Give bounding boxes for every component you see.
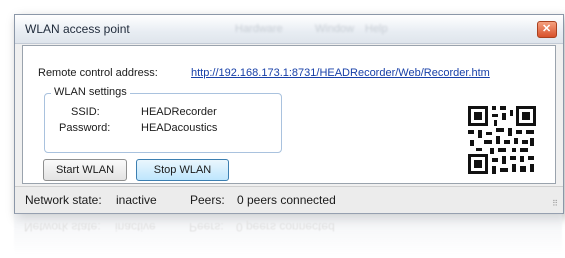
password-value: HEADacoustics: [141, 122, 218, 134]
ghost-menu-item: Hardware: [235, 23, 283, 35]
ghost-menu-item: Help: [365, 23, 388, 35]
close-button[interactable]: ✕: [537, 21, 557, 38]
remote-address-link[interactable]: http://192.168.173.1:8731/HEADRecorder/W…: [191, 67, 490, 79]
password-label: Password:: [59, 122, 111, 134]
reflected-peers-label: Peers:: [189, 220, 224, 234]
remote-address-label: Remote control address:: [38, 67, 158, 79]
window-title: WLAN access point: [25, 22, 130, 36]
reflected-network-state-label: Network state:: [24, 220, 101, 234]
resize-grip-icon[interactable]: ⠿: [552, 199, 558, 208]
ssid-label: SSID:: [71, 106, 100, 118]
status-bar: Network state: inactive Peers: 0 peers c…: [15, 186, 563, 213]
screenshot-stage: WLAN access point Hardware Window Help ✕…: [0, 0, 565, 258]
stop-wlan-button[interactable]: Stop WLAN: [136, 159, 229, 181]
window-reflection: Network state: inactive Peers: 0 peers c…: [14, 214, 562, 254]
close-icon: ✕: [542, 23, 552, 35]
wlan-access-point-window: WLAN access point Hardware Window Help ✕…: [14, 14, 564, 214]
ssid-value: HEADRecorder: [141, 106, 217, 118]
qr-code-icon: [466, 104, 538, 176]
reflected-network-state-value: inactive: [115, 220, 156, 234]
ghost-menu-item: Window: [315, 23, 355, 35]
network-state-value: inactive: [116, 193, 157, 207]
reflected-peers-value: 0 peers connected: [236, 220, 335, 234]
client-area: Remote control address: http://192.168.1…: [22, 45, 556, 184]
peers-value: 0 peers connected: [237, 193, 336, 207]
start-wlan-button[interactable]: Start WLAN: [43, 159, 127, 181]
title-bar[interactable]: WLAN access point Hardware Window Help ✕: [15, 15, 563, 44]
wlan-settings-title: WLAN settings: [51, 86, 130, 98]
network-state-label: Network state:: [25, 193, 102, 207]
peers-label: Peers:: [190, 193, 225, 207]
